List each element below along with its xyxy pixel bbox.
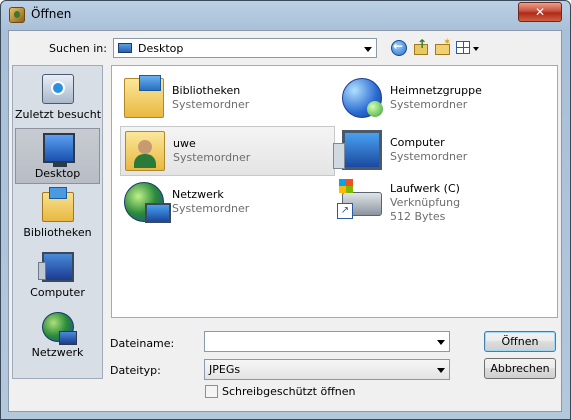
lookin-label: Suchen in: [49,42,107,55]
place-recent[interactable]: Zuletzt besucht [15,70,102,126]
place-libraries[interactable]: Bibliotheken [15,187,100,244]
item-type: Verknüpfung [390,196,461,209]
place-label: Computer [30,286,85,299]
item-type: Systemordner [172,98,250,111]
file-list[interactable]: Bibliotheken Systemordner Heimnetzgruppe… [111,65,558,318]
lookin-dropdown[interactable]: Desktop [113,38,377,58]
lookin-value: Desktop [138,42,184,55]
up-folder-icon[interactable] [411,37,431,58]
dialog-body: Suchen in: Desktop Zuletzt besucht Deskt… [8,30,562,412]
readonly-checkbox[interactable] [205,385,218,398]
list-item[interactable]: Laufwerk (C) Verknüpfung 512 Bytes [337,178,553,228]
item-name: Laufwerk (C) [390,182,460,195]
filetype-dropdown[interactable]: JPEGs [204,359,450,380]
item-size: 512 Bytes [390,210,446,223]
item-name: Computer [390,136,445,149]
computer-icon [333,130,382,170]
list-item[interactable]: Netzwerk Systemordner [120,178,335,228]
list-item[interactable]: Bibliotheken Systemordner [120,74,335,124]
place-label: Netzwerk [31,346,84,359]
place-label: Desktop [34,167,81,180]
new-folder-icon[interactable] [433,37,453,58]
computer-icon [38,252,74,282]
list-item[interactable]: uwe Systemordner [120,126,335,176]
item-name: uwe [173,137,196,150]
app-icon [9,7,25,23]
places-bar: Zuletzt besucht Desktop Bibliotheken Com… [12,65,103,379]
window-title: Öffnen [31,7,72,21]
place-label: Zuletzt besucht [15,108,102,121]
views-menu-icon[interactable] [455,38,481,58]
readonly-label[interactable]: Schreibgeschützt öffnen [222,385,355,398]
chevron-down-icon[interactable] [364,47,372,52]
item-name: Netzwerk [172,188,224,201]
desktop-icon [43,133,75,167]
user-folder-icon [125,131,165,171]
item-type: Systemordner [173,151,251,164]
network-icon [42,312,77,345]
filetype-value: JPEGs [209,363,241,376]
drive-shortcut-icon [337,179,382,219]
place-computer[interactable]: Computer [15,248,100,304]
chevron-down-icon[interactable] [437,340,445,345]
recent-places-icon [42,74,74,104]
place-desktop[interactable]: Desktop [15,128,100,184]
open-button[interactable]: Öffnen [484,331,556,352]
homegroup-icon [342,78,383,118]
filename-combo[interactable] [204,331,450,352]
item-name: Heimnetzgruppe [390,84,482,97]
item-name: Bibliotheken [172,84,241,97]
desktop-icon [118,43,132,53]
back-icon[interactable] [389,38,409,58]
item-type: Systemordner [390,98,468,111]
close-button[interactable]: ✕ [518,2,562,22]
item-type: Systemordner [390,150,468,163]
filename-label: Dateiname: [110,337,175,350]
libraries-icon [124,75,164,118]
chevron-down-icon[interactable] [437,368,445,373]
title-bar[interactable]: Öffnen ✕ [1,1,570,29]
item-type: Systemordner [172,202,250,215]
network-icon [124,182,171,223]
cancel-button[interactable]: Abbrechen [484,358,556,379]
open-dialog-window: Öffnen ✕ Suchen in: Desktop Zuletzt besu… [0,0,571,420]
libraries-icon [42,187,74,222]
place-network[interactable]: Netzwerk [15,308,100,364]
list-item[interactable]: Computer Systemordner [333,126,553,176]
list-item[interactable]: Heimnetzgruppe Systemordner [338,74,553,124]
place-label: Bibliotheken [23,226,92,239]
filetype-label: Dateityp: [110,364,161,377]
